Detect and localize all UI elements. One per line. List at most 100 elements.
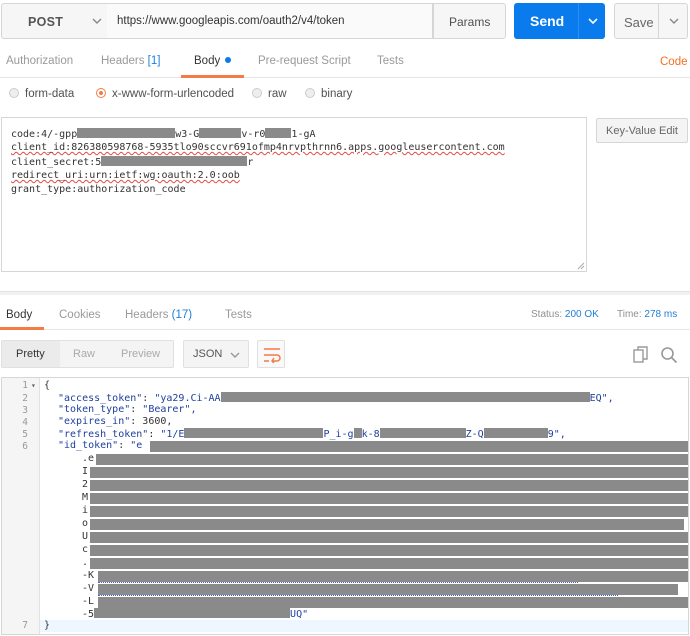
redaction — [90, 493, 688, 504]
body-type-group: form-data x-www-form-urlencoded raw bina… — [0, 78, 690, 116]
time-value: 278 ms — [644, 309, 678, 320]
redaction — [379, 428, 466, 438]
spell-underline — [98, 582, 578, 583]
body-line-redirect-uri: redirect_uri:urn:ietf:wg:oauth:2.0:oob — [11, 170, 240, 181]
modified-dot-icon — [225, 57, 232, 63]
radio-raw[interactable]: raw — [252, 88, 287, 100]
json-value: 3600, — [142, 416, 173, 427]
method-select[interactable]: POST — [1, 3, 108, 39]
redaction — [150, 441, 688, 452]
radio-form-data[interactable]: form-data — [9, 88, 74, 100]
json-value: EQ", — [589, 393, 614, 404]
tab-tests[interactable]: Tests — [377, 55, 404, 67]
search-icon[interactable] — [660, 346, 678, 364]
key-value-edit-button[interactable]: Key-Value Edit — [596, 118, 688, 143]
json-key: "access_token" — [58, 393, 143, 404]
redaction — [94, 608, 291, 618]
body-text: v-r0 — [241, 129, 266, 140]
redaction — [90, 506, 688, 517]
params-button[interactable]: Params — [433, 3, 506, 39]
wrap-lines-icon — [264, 348, 281, 363]
tab-response-body[interactable]: Body — [6, 309, 32, 321]
view-raw-button[interactable]: Raw — [73, 348, 95, 360]
radio-label: raw — [268, 88, 287, 100]
body-text: r — [247, 157, 254, 168]
resize-grip-icon[interactable] — [577, 262, 585, 270]
code-line-expires-in: "expires_in": 3600, — [58, 416, 173, 427]
view-preview-button[interactable]: Preview — [121, 348, 160, 360]
save-button[interactable]: Save — [614, 3, 659, 39]
redaction — [90, 545, 688, 556]
radio-label: x-www-form-urlencoded — [112, 88, 235, 100]
radio-circle-icon — [9, 88, 19, 98]
method-label: POST — [28, 15, 64, 29]
id-token-line: -K — [82, 570, 95, 581]
current-line-highlight — [40, 620, 688, 632]
url-text: https://www.googleapis.com/oauth2/v4/tok… — [117, 15, 345, 27]
id-token-line: .e — [82, 453, 95, 464]
response-body-viewer[interactable]: 1 ▾ 2 3 4 5 6 7 { "access_token": "ya29.… — [1, 377, 689, 635]
response-tabs: Body Cookies Headers (17) Tests Status: … — [0, 296, 690, 330]
json-key: "token_type" — [58, 404, 131, 415]
tab-headers[interactable]: Headers [1] — [101, 55, 160, 67]
pane-divider[interactable] — [0, 291, 690, 295]
code-line: } — [44, 620, 51, 631]
id-token-text: -5 — [82, 609, 95, 620]
redaction — [199, 128, 242, 138]
redaction — [353, 428, 362, 438]
request-bar: POST https://www.googleapis.com/oauth2/v… — [0, 0, 690, 44]
json-key: "id_token" — [58, 440, 119, 451]
body-line-grant-type: grant_type:authorization_code — [11, 184, 186, 195]
line-number: 7 — [22, 620, 28, 631]
id-token-line: M — [82, 492, 89, 503]
status-readout: Status: 200 OK — [531, 309, 599, 320]
radio-binary[interactable]: binary — [305, 88, 352, 100]
tab-authorization[interactable]: Authorization — [6, 55, 73, 67]
line-number: 2 — [22, 393, 28, 404]
copy-icon[interactable] — [632, 346, 650, 364]
chevron-down-icon — [92, 18, 102, 24]
radio-circle-icon — [305, 88, 315, 98]
radio-label: form-data — [25, 88, 75, 100]
status-label: Status: — [531, 309, 563, 320]
tab-response-tests[interactable]: Tests — [225, 309, 252, 321]
chevron-down-icon — [230, 352, 240, 358]
id-token-line: U — [82, 531, 89, 542]
redaction — [90, 467, 688, 478]
id-token-line: 2 — [82, 479, 89, 490]
send-label: Send — [530, 13, 565, 29]
tab-body[interactable]: Body — [194, 55, 232, 67]
send-options-button[interactable] — [578, 3, 605, 39]
line-number: 4 — [22, 417, 28, 428]
format-select[interactable]: JSON — [183, 340, 249, 368]
body-line-client-id: client_id:826380598768-5935tlo90sccvr691… — [11, 142, 505, 153]
body-text: code:4/-gpp — [11, 129, 78, 140]
redaction — [90, 558, 688, 569]
radio-label: binary — [321, 88, 353, 100]
fold-arrow-icon[interactable]: ▾ — [31, 381, 36, 390]
body-line-client-secret: client_secret:5 r — [11, 156, 253, 168]
tab-response-headers[interactable]: Headers (17) — [125, 309, 192, 321]
json-value: "e — [130, 440, 143, 451]
url-input[interactable]: https://www.googleapis.com/oauth2/v4/tok… — [107, 3, 433, 39]
wrap-lines-button[interactable] — [257, 340, 285, 368]
spell-underline — [98, 595, 618, 596]
view-pretty-button[interactable]: Pretty — [16, 348, 45, 360]
generate-code-link[interactable]: Code — [660, 56, 688, 68]
redaction — [90, 519, 684, 530]
save-options-button[interactable] — [658, 3, 688, 39]
radio-x-www-form-urlencoded[interactable]: x-www-form-urlencoded — [96, 88, 234, 100]
tab-prerequest-script[interactable]: Pre-request Script — [258, 55, 351, 67]
view-mode-group: Pretty Raw Preview — [1, 340, 174, 368]
line-number: 5 — [22, 429, 28, 440]
tab-cookies[interactable]: Cookies — [59, 309, 101, 321]
tab-body-label: Body — [194, 55, 221, 67]
radio-circle-icon — [252, 88, 262, 98]
json-value: P_i-g — [323, 429, 354, 440]
body-text: w3-G — [175, 129, 200, 140]
json-value: "Bearer", — [142, 404, 197, 415]
bulk-edit-textarea[interactable]: code:4/-gpp w3-G v-r0 1-gA client_id:826380… — [1, 117, 587, 272]
redaction — [98, 584, 678, 595]
send-button[interactable]: Send — [514, 3, 578, 39]
redaction — [220, 392, 590, 402]
